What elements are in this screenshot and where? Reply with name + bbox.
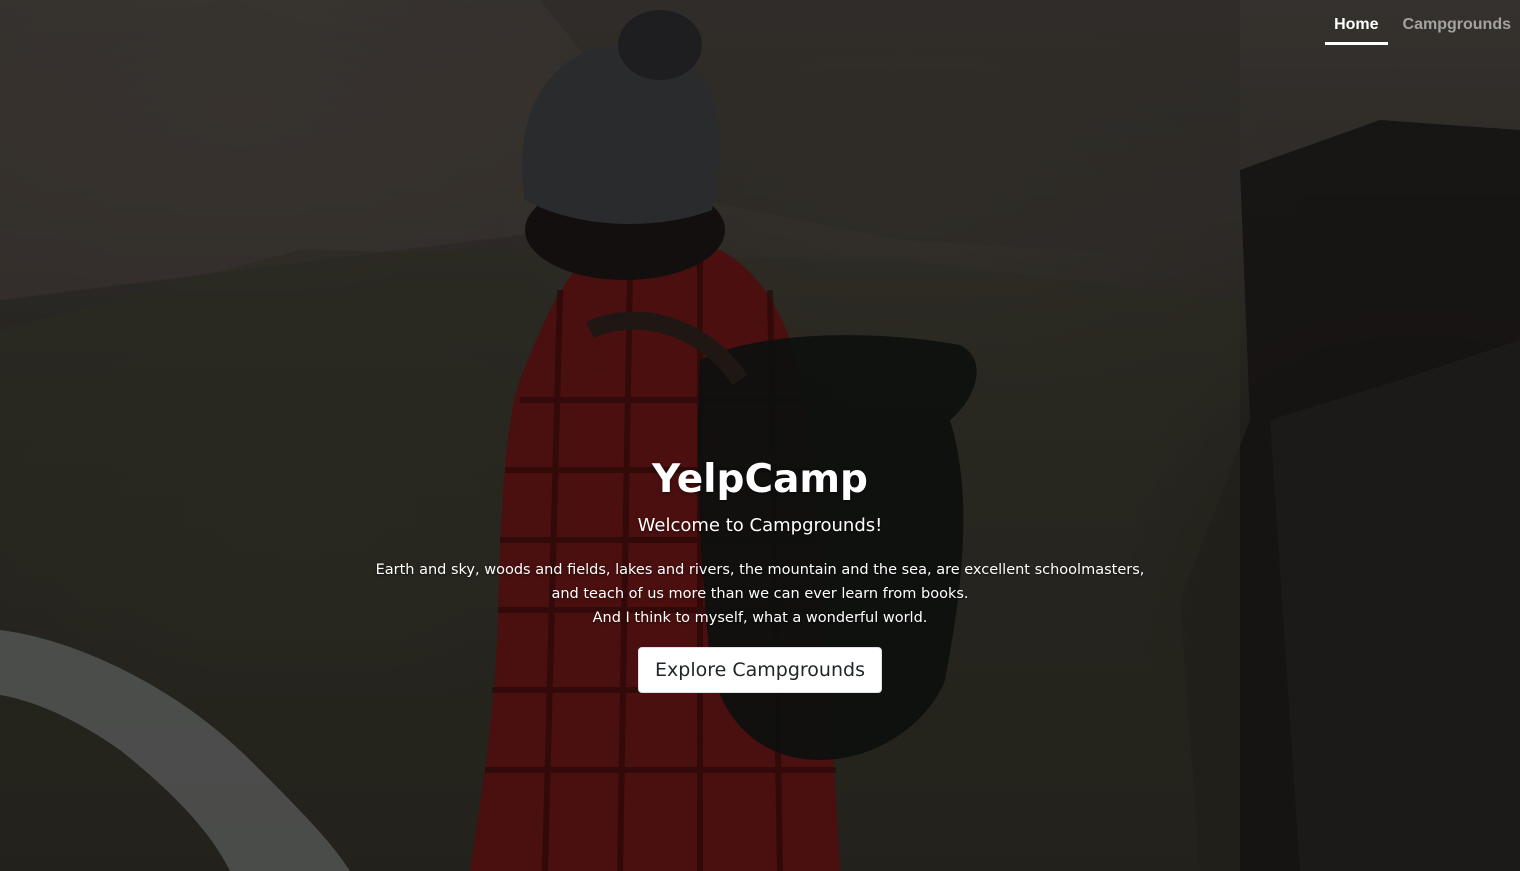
dark-overlay [0, 0, 1520, 871]
quote-text: Earth and sky, woods and fields, lakes a… [0, 558, 1520, 630]
hero-content: YelpCamp Welcome to Campgrounds! Earth a… [0, 456, 1520, 693]
page-subtitle: Welcome to Campgrounds! [637, 515, 883, 536]
quote-line: Earth and sky, woods and fields, lakes a… [375, 562, 1145, 578]
explore-campgrounds-button[interactable]: Explore Campgrounds [638, 647, 882, 693]
top-nav: Home Campgrounds [1319, 0, 1520, 64]
nav-link-home[interactable]: Home [1325, 14, 1388, 45]
quote-line: and teach of us more than we can ever le… [551, 586, 969, 602]
nav-link-campgrounds[interactable]: Campgrounds [1394, 14, 1520, 45]
hero-section: Home Campgrounds YelpCamp Welcome to Cam… [0, 0, 1520, 871]
page-title: YelpCamp [652, 457, 868, 502]
quote-line: And I think to myself, what a wonderful … [592, 610, 928, 626]
